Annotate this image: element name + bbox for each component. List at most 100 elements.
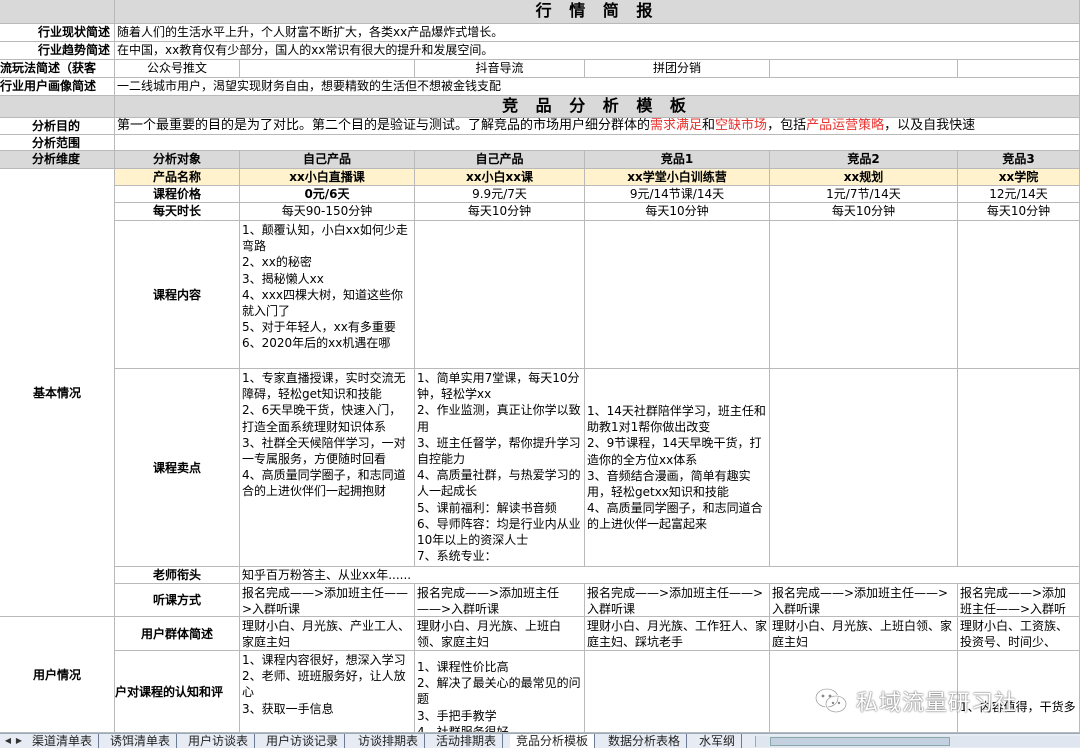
- price[interactable]: 12元/14天: [958, 186, 1080, 203]
- cell[interactable]: [115, 135, 1080, 151]
- purpose-part: ，以及自我快速: [884, 118, 976, 133]
- row-label[interactable]: 行业现状简述: [0, 24, 115, 42]
- horizontal-scrollbar[interactable]: [755, 736, 1080, 747]
- price[interactable]: 9元/14节课/14天: [585, 186, 770, 203]
- listen-method[interactable]: 报名完成——>添加班主任——>入群听课: [415, 584, 585, 617]
- price[interactable]: 9.9元/7天: [415, 186, 585, 203]
- user-cognition[interactable]: 1、课程内容很好，想深入学习 2、老师、班班服务好，让人放心 3、获取一手信息: [240, 651, 415, 733]
- watermark: 私域流量研习社: [814, 684, 1054, 718]
- sheet-tab-bait-list[interactable]: 诱饵清单表: [104, 734, 178, 748]
- sheet-tab-interview-schedule[interactable]: 访谈排期表: [352, 734, 426, 748]
- row-value[interactable]: 拼团分销: [585, 60, 770, 78]
- table-row: 分析范围: [0, 135, 1080, 151]
- product-name[interactable]: xx小白直播课: [240, 169, 415, 186]
- daily-duration[interactable]: 每天10分钟: [415, 203, 585, 221]
- row-label[interactable]: 分析目的: [0, 118, 115, 135]
- price[interactable]: 0元/6天: [240, 186, 415, 203]
- purpose-highlight: 空缺市场: [715, 118, 768, 133]
- selling-points[interactable]: 1、简单实用7堂课，每天10分钟，轻松学xx 2、作业监测，真正让你学以致用 3…: [415, 369, 585, 567]
- column-header[interactable]: 竞品1: [585, 151, 770, 169]
- sheet-tab-interview[interactable]: 用户访谈表: [182, 734, 256, 748]
- listen-method[interactable]: 报名完成——>添加班主任——>入群听课: [958, 584, 1080, 617]
- price[interactable]: 1元/7节/14天: [770, 186, 958, 203]
- product-name[interactable]: xx小白xx课: [415, 169, 585, 186]
- purpose-part: ，包括: [767, 118, 807, 133]
- row-label[interactable]: 行业趋势简述: [0, 42, 115, 60]
- row-label[interactable]: 分析维度: [0, 151, 115, 169]
- user-cognition[interactable]: [585, 651, 770, 733]
- wechat-icon: [814, 687, 848, 714]
- course-content[interactable]: 1、颠覆认知，小白xx如何少走弯路 2、xx的秘密 3、揭秘懒人xx 4、xxx…: [240, 221, 415, 369]
- column-header[interactable]: 分析对象: [115, 151, 240, 169]
- user-cognition[interactable]: 1、课程性价比高 2、解决了最关心的最常见的问题 3、手把手教学 4、社群服务很…: [415, 651, 585, 733]
- user-crowd[interactable]: 理财小白、月光族、上班白领、家庭主妇: [415, 617, 585, 651]
- row-label[interactable]: 课程内容: [115, 221, 240, 369]
- column-header-row: 分析维度 分析对象 自己产品 自己产品 竞品1 竞品2 竞品3: [0, 151, 1080, 169]
- sheet-tab-channel-list[interactable]: 渠道清单表: [26, 734, 100, 748]
- cell[interactable]: [0, 96, 115, 118]
- course-content[interactable]: [585, 221, 770, 369]
- course-content[interactable]: [958, 221, 1080, 369]
- product-name[interactable]: xx规划: [770, 169, 958, 186]
- product-name[interactable]: xx学堂小白训练营: [585, 169, 770, 186]
- selling-points[interactable]: 1、14天社群陪伴学习，班主任和助教1对1帮你做出改变 2、9节课程，14天早晚…: [585, 369, 770, 567]
- sheet-tab-shuijun[interactable]: 水军纲: [693, 734, 743, 748]
- row-label[interactable]: 听课方式: [115, 584, 240, 617]
- row-label[interactable]: 产品名称: [115, 169, 240, 186]
- daily-duration[interactable]: 每天90-150分钟: [240, 203, 415, 221]
- selling-points[interactable]: 1、专家直播授课，实时交流无障碍，轻松get知识和技能 2、6天早晚干货，快速入…: [240, 369, 415, 567]
- row-label[interactable]: 老师衔头: [115, 567, 240, 584]
- teacher-title[interactable]: 知乎百万粉答主、从业xx年......: [240, 567, 1080, 584]
- row-label[interactable]: 分析范围: [0, 135, 115, 151]
- section-title-market[interactable]: 行 情 简 报: [115, 0, 1080, 24]
- user-crowd[interactable]: 理财小白、月光族、产业工人、家庭主妇: [240, 617, 415, 651]
- row-label[interactable]: 课程卖点: [115, 369, 240, 567]
- sheet-tab-competitor-template[interactable]: 竞品分析模板: [510, 734, 596, 748]
- course-content[interactable]: [415, 221, 585, 369]
- row-label[interactable]: 每天时长: [115, 203, 240, 221]
- table-row: 分析目的 第一个最重要的目的是为了对比。第二个目的是验证与测试。了解竞品的市场用…: [0, 118, 1080, 135]
- row-value[interactable]: 在中国，xx教育仅有少部分，国人的xx常识有很大的提升和发展空间。: [115, 42, 1080, 60]
- selling-points[interactable]: [958, 369, 1080, 567]
- column-header[interactable]: 竞品2: [770, 151, 958, 169]
- user-crowd[interactable]: 理财小白、工资族、投资号、时间少、: [958, 617, 1080, 651]
- user-crowd[interactable]: 理财小白、月光族、上班白领、家庭主妇: [770, 617, 958, 651]
- course-content[interactable]: [770, 221, 958, 369]
- listen-method[interactable]: 报名完成——>添加班主任——>入群听课: [585, 584, 770, 617]
- column-header[interactable]: 自己产品: [415, 151, 585, 169]
- scrollbar-thumb[interactable]: [770, 737, 950, 746]
- last-sheet-icon[interactable]: ▶: [13, 734, 25, 748]
- row-label[interactable]: 课程价格: [115, 186, 240, 203]
- sheet-tab-activity-schedule[interactable]: 活动排期表: [430, 734, 504, 748]
- section-title-competitor[interactable]: 竞 品 分 析 模 板: [115, 96, 1080, 118]
- row-label[interactable]: 户对课程的认知和评: [115, 651, 240, 733]
- sheet-tab-interview-record[interactable]: 用户访谈记录: [260, 734, 346, 748]
- row-label[interactable]: 行业用户画像简述: [0, 78, 115, 96]
- purpose-highlight: 产品运营策略: [806, 118, 885, 133]
- cell[interactable]: [0, 0, 115, 24]
- sheet-tab-data-analysis[interactable]: 数据分析表格: [602, 734, 688, 748]
- daily-duration[interactable]: 每天10分钟: [770, 203, 958, 221]
- row-value[interactable]: 公众号推文: [115, 60, 240, 78]
- row-value[interactable]: 一二线城市用户，渴望实现财务自由，想要精致的生活但不想被金钱支配: [115, 78, 1080, 96]
- daily-duration[interactable]: 每天10分钟: [958, 203, 1080, 221]
- purpose-highlight: 需求满足: [650, 118, 703, 133]
- daily-duration[interactable]: 每天10分钟: [585, 203, 770, 221]
- purpose-text[interactable]: 第一个最重要的目的是为了对比。第二个目的是验证与测试。了解竞品的市场用户细分群体…: [115, 118, 1080, 135]
- listen-method[interactable]: 报名完成——>添加班主任——>入群听课: [770, 584, 958, 617]
- cell[interactable]: [770, 60, 958, 78]
- selling-points[interactable]: [770, 369, 958, 567]
- listen-method[interactable]: 报名完成——>添加班主任——>入群听课: [240, 584, 415, 617]
- column-header[interactable]: 自己产品: [240, 151, 415, 169]
- cell[interactable]: [240, 60, 415, 78]
- row-value[interactable]: 抖音导流: [415, 60, 585, 78]
- row-value[interactable]: 随着人们的生活水平上升，个人财富不断扩大，各类xx产品爆炸式增长。: [115, 24, 1080, 42]
- spreadsheet-grid[interactable]: 行 情 简 报 行业现状简述 随着人们的生活水平上升，个人财富不断扩大，各类xx…: [0, 0, 1080, 733]
- user-crowd[interactable]: 理财小白、月光族、工作狂人、家庭主妇、踩坑老手: [585, 617, 770, 651]
- row-label[interactable]: 流玩法简述（获客: [0, 60, 115, 78]
- column-header[interactable]: 竞品3: [958, 151, 1080, 169]
- cell[interactable]: [958, 60, 1080, 78]
- table-row: 课程内容 1、颠覆认知，小白xx如何少走弯路 2、xx的秘密 3、揭秘懒人xx …: [0, 221, 1080, 369]
- row-label[interactable]: 用户群体简述: [115, 617, 240, 651]
- product-name[interactable]: xx学院: [958, 169, 1080, 186]
